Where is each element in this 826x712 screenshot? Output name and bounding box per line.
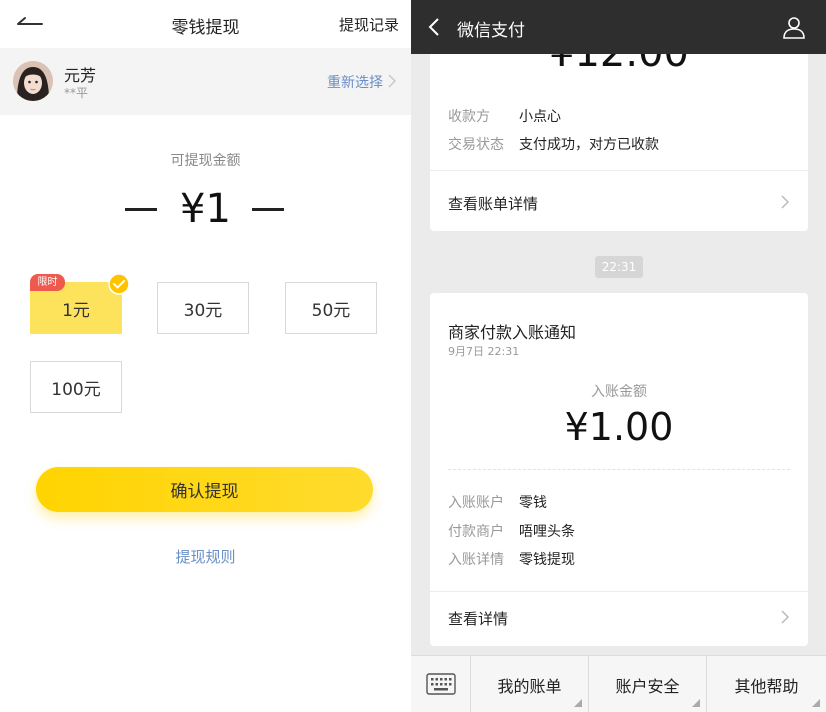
- payee-name: 元芳: [64, 66, 97, 85]
- menu-label: 其他帮助: [734, 676, 799, 696]
- row-value: 零钱: [519, 495, 547, 511]
- payee-row: 收款方 小点心: [448, 106, 561, 126]
- deposit-amount: ¥1.00: [564, 405, 674, 449]
- details-row: 入账详情 零钱提现: [448, 549, 575, 569]
- row-label: 入账账户: [448, 495, 504, 511]
- payee-account-row[interactable]: 元芳 **平 重新选择: [0, 48, 411, 115]
- submenu-indicator-icon: [692, 699, 700, 707]
- amount-stepper: ¥1: [0, 182, 411, 238]
- amount-option-50[interactable]: 50元: [285, 282, 377, 334]
- submenu-indicator-icon: [812, 699, 820, 707]
- wechat-pay-title: 微信支付: [457, 21, 525, 41]
- deposit-amount-label: 入账金额: [591, 384, 647, 400]
- row-value: 零钱提现: [519, 552, 575, 568]
- confirm-withdraw-button[interactable]: 确认提现: [36, 467, 373, 512]
- amount-option-30[interactable]: 30元: [157, 282, 249, 334]
- menu-my-bills[interactable]: 我的账单: [471, 656, 589, 712]
- withdraw-rules-link[interactable]: 提现规则: [0, 546, 411, 567]
- divider: [430, 591, 808, 592]
- chevron-right-icon: [388, 74, 397, 88]
- menu-account-security[interactable]: 账户安全: [589, 656, 707, 712]
- reselect-button[interactable]: 重新选择: [327, 72, 383, 92]
- submenu-indicator-icon: [574, 699, 582, 707]
- status-row: 交易状态 支付成功，对方已收款: [448, 134, 659, 154]
- menu-label: 账户安全: [615, 676, 680, 696]
- check-circle-icon: [108, 273, 130, 295]
- withdraw-screen: 零钱提现 提现记录 元芳 **平 重新选择 可提现金额 ¥1 1元 限时 30元…: [0, 0, 411, 712]
- screenshot: 零钱提现 提现记录 元芳 **平 重新选择 可提现金额 ¥1 1元 限时 30元…: [0, 0, 826, 712]
- payee-masked-name: **平: [64, 86, 89, 100]
- row-label: 入账详情: [448, 552, 504, 568]
- row-label: 收款方: [448, 109, 490, 125]
- keyboard-toggle[interactable]: [411, 656, 471, 712]
- back-chevron-icon[interactable]: [427, 17, 441, 37]
- withdraw-amount: ¥1: [180, 186, 231, 232]
- amount-option-100[interactable]: 100元: [30, 361, 122, 413]
- dashed-divider: [448, 469, 790, 470]
- avatar: [13, 61, 53, 101]
- bottom-menu: 我的账单 账户安全 其他帮助: [411, 655, 826, 712]
- row-label: 交易状态: [448, 137, 504, 153]
- view-details-link[interactable]: 查看详情: [448, 608, 508, 629]
- account-row: 入账账户 零钱: [448, 492, 547, 512]
- deposit-notice-card: 商家付款入账通知 9月7日 22:31 入账金额 ¥1.00 入账账户 零钱 付款…: [430, 293, 808, 646]
- limited-time-badge: 限时: [30, 274, 65, 291]
- menu-label: 我的账单: [497, 676, 562, 696]
- merchant-row: 付款商户 唔哩头条: [448, 521, 575, 541]
- withdraw-header: 零钱提现 提现记录: [0, 0, 411, 48]
- wechat-pay-screen: 微信支付 ¥12.00 收款方小点心 交易状态支付成功，对方已收款 查看账单详情…: [411, 0, 826, 712]
- keyboard-icon: [426, 673, 456, 695]
- chevron-right-icon: [781, 195, 790, 209]
- view-bill-details-link[interactable]: 查看账单详情: [448, 193, 538, 214]
- wechat-pay-header: 微信支付: [411, 0, 826, 54]
- row-value: 小点心: [519, 109, 561, 125]
- withdraw-record-link[interactable]: 提现记录: [339, 14, 399, 35]
- row-value: 支付成功，对方已收款: [519, 137, 659, 153]
- notice-title: 商家付款入账通知: [448, 323, 577, 342]
- available-amount-label: 可提现金额: [170, 153, 241, 169]
- row-label: 付款商户: [448, 524, 504, 540]
- divider: [430, 170, 808, 171]
- time-divider: 22:31: [595, 256, 643, 278]
- increase-icon[interactable]: [252, 208, 284, 211]
- menu-other-help[interactable]: 其他帮助: [707, 656, 826, 712]
- user-profile-icon[interactable]: [782, 15, 806, 39]
- row-value: 唔哩头条: [519, 524, 575, 540]
- notice-time: 9月7日 22:31: [448, 345, 520, 358]
- chevron-right-icon: [781, 610, 790, 624]
